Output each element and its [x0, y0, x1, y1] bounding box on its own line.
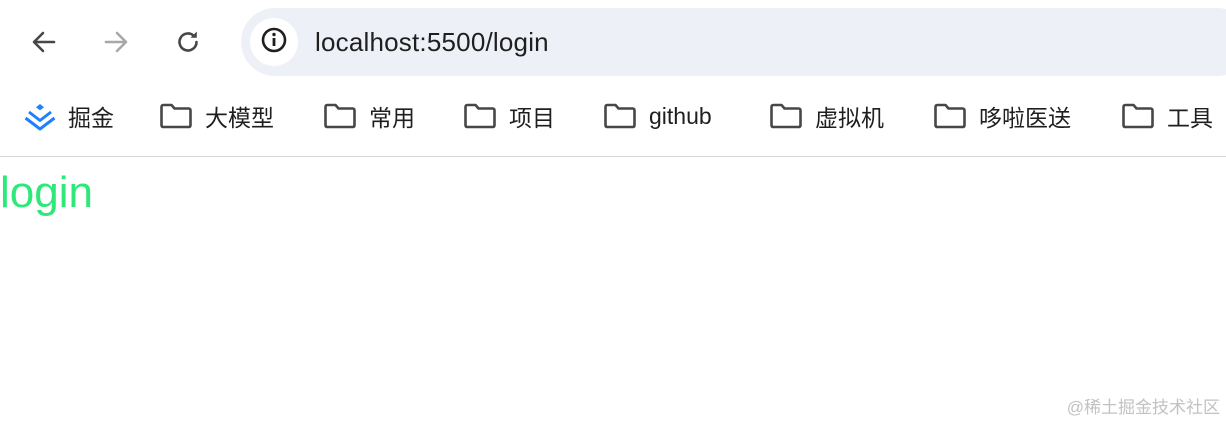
arrow-right-icon — [102, 28, 130, 56]
bookmark-label: 常用 — [369, 105, 415, 131]
folder-icon — [159, 102, 193, 130]
page-title: login — [0, 168, 93, 217]
back-button[interactable] — [24, 22, 64, 62]
site-info-button[interactable] — [250, 18, 298, 66]
bookmark-label: 项目 — [509, 105, 555, 131]
page-content: login @稀土掘金技术社区 — [0, 157, 1226, 424]
bookmark-folder-tools[interactable]: 工具 — [1121, 92, 1213, 140]
juejin-logo-icon — [24, 101, 56, 131]
bookmark-folder-projects[interactable]: 项目 — [463, 92, 555, 140]
bookmark-label: 哆啦医送 — [979, 105, 1071, 131]
bookmark-label: github — [649, 102, 712, 129]
browser-toolbar: localhost:5500/login — [0, 0, 1226, 86]
bookmark-juejin[interactable]: 掘金 — [24, 92, 114, 140]
bookmark-label: 虚拟机 — [815, 105, 884, 131]
folder-icon — [603, 102, 637, 130]
watermark: @稀土掘金技术社区 — [1066, 398, 1220, 417]
reload-icon — [174, 28, 202, 56]
bookmark-label: 掘金 — [68, 105, 114, 131]
arrow-left-icon — [30, 28, 58, 56]
bookmark-folder-vm[interactable]: 虚拟机 — [769, 92, 884, 140]
folder-icon — [1121, 102, 1155, 130]
folder-icon — [323, 102, 357, 130]
bookmark-folder-llm[interactable]: 大模型 — [159, 92, 274, 140]
bookmark-label: 大模型 — [205, 105, 274, 131]
info-icon — [260, 26, 288, 59]
url-text[interactable]: localhost:5500/login — [315, 27, 549, 58]
bookmark-label: 工具 — [1167, 105, 1213, 131]
address-bar[interactable]: localhost:5500/login — [241, 8, 1226, 76]
folder-icon — [463, 102, 497, 130]
reload-button[interactable] — [168, 22, 208, 62]
bookmark-folder-duola[interactable]: 哆啦医送 — [933, 92, 1071, 140]
bookmarks-bar: 掘金 大模型 常用 项目 github 虚拟机 哆啦医送 工具 — [0, 92, 1226, 140]
forward-button[interactable] — [96, 22, 136, 62]
folder-icon — [769, 102, 803, 130]
bookmark-folder-common[interactable]: 常用 — [323, 92, 415, 140]
bookmark-folder-github[interactable]: github — [603, 92, 712, 140]
folder-icon — [933, 102, 967, 130]
browser-window: localhost:5500/login 掘金 大模型 常用 项目 github… — [0, 0, 1226, 424]
